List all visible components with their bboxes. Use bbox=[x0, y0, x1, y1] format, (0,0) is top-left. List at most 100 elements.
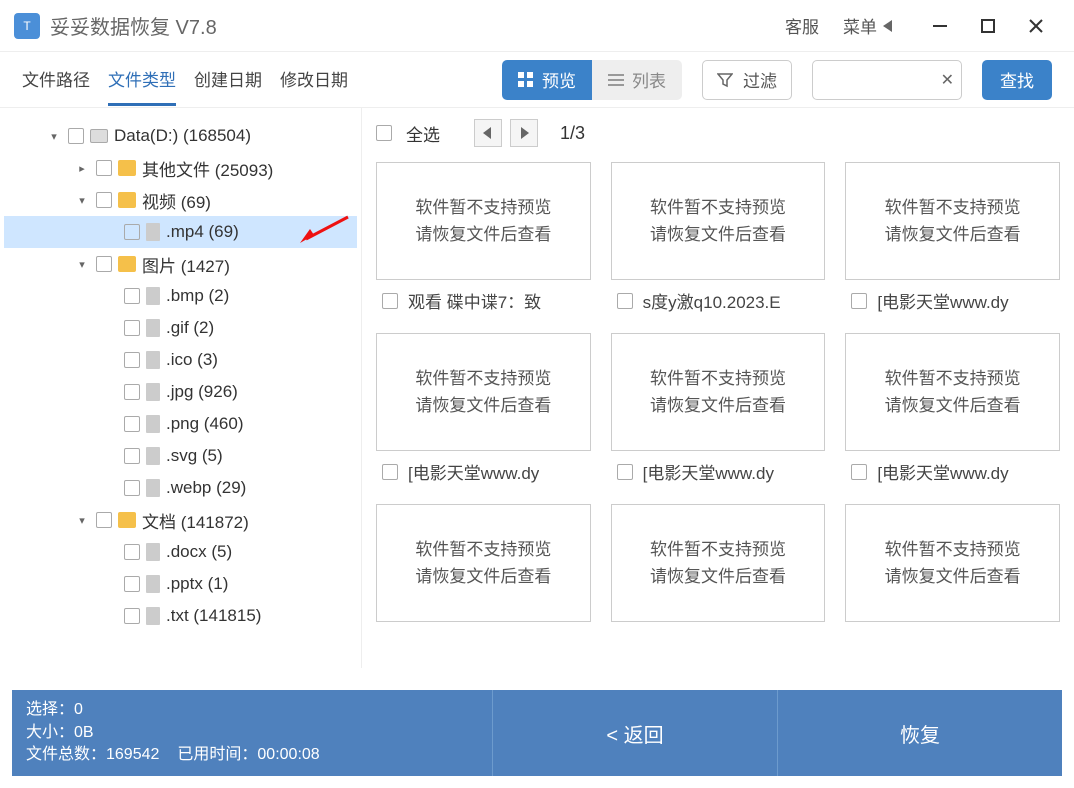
tree-checkbox[interactable] bbox=[96, 192, 112, 208]
thumbnail-card[interactable]: 软件暂不支持预览请恢复文件后查看s度y激q10.2023.E bbox=[611, 162, 826, 313]
back-button[interactable]: < 返回 bbox=[492, 690, 777, 776]
folder-icon bbox=[118, 256, 136, 272]
view-preview-label: 预览 bbox=[542, 67, 576, 92]
tab-modify-date[interactable]: 修改日期 bbox=[280, 54, 348, 106]
tree-row[interactable]: .bmp (2) bbox=[4, 280, 357, 312]
file-icon bbox=[146, 319, 160, 337]
tree-label: .mp4 (69) bbox=[166, 222, 239, 242]
tree-checkbox[interactable] bbox=[124, 384, 140, 400]
expand-icon[interactable]: ▾ bbox=[74, 194, 90, 207]
recover-button[interactable]: 恢复 bbox=[777, 690, 1062, 776]
view-list[interactable]: 列表 bbox=[592, 60, 682, 100]
thumbnail-card[interactable]: 软件暂不支持预览请恢复文件后查看[电影天堂www.dy bbox=[845, 333, 1060, 484]
prev-page-button[interactable] bbox=[474, 119, 502, 147]
tree-label: .gif (2) bbox=[166, 318, 214, 338]
thumbnail-card[interactable]: 软件暂不支持预览请恢复文件后查看 [电影天堂www.dy bbox=[845, 162, 1060, 313]
item-checkbox[interactable] bbox=[382, 293, 398, 309]
maximize-button[interactable] bbox=[964, 0, 1012, 52]
item-name: [电影天堂www.dy bbox=[643, 459, 774, 484]
item-checkbox[interactable] bbox=[851, 293, 867, 309]
elapsed-time: 已用时间：00:00:08 bbox=[177, 744, 319, 766]
grid-icon bbox=[518, 72, 534, 88]
tree-row[interactable]: .docx (5) bbox=[4, 536, 357, 568]
search-input[interactable] bbox=[812, 60, 962, 100]
tree-checkbox[interactable] bbox=[124, 416, 140, 432]
view-preview[interactable]: 预览 bbox=[502, 60, 592, 100]
tree-row[interactable]: ▾ Data(D:) (168504) bbox=[4, 120, 357, 152]
tree-label: Data(D:) (168504) bbox=[114, 126, 251, 146]
tree-row[interactable]: .svg (5) bbox=[4, 440, 357, 472]
expand-icon[interactable]: ▸ bbox=[74, 162, 90, 175]
view-toggle: 预览 列表 bbox=[502, 60, 682, 100]
tree-row[interactable]: .txt (141815) bbox=[4, 600, 357, 632]
thumbnail-card[interactable]: 软件暂不支持预览请恢复文件后查看[电影天堂www.dy bbox=[376, 333, 591, 484]
tree-checkbox[interactable] bbox=[96, 256, 112, 272]
thumbnail-card[interactable]: 软件暂不支持预览请恢复文件后查看观看 碟中谍7：致 bbox=[376, 162, 591, 313]
thumbnail-placeholder: 软件暂不支持预览请恢复文件后查看 bbox=[376, 504, 591, 622]
item-checkbox[interactable] bbox=[382, 464, 398, 480]
filter-icon bbox=[717, 72, 733, 88]
expand-icon[interactable]: ▾ bbox=[74, 258, 90, 271]
tree-row[interactable]: .pptx (1) bbox=[4, 568, 357, 600]
tree-checkbox[interactable] bbox=[124, 608, 140, 624]
tree-checkbox[interactable] bbox=[124, 352, 140, 368]
app-title: 妥妥数据恢复 V7.8 bbox=[50, 11, 217, 40]
minimize-button[interactable] bbox=[916, 0, 964, 52]
thumbnail-placeholder: 软件暂不支持预览请恢复文件后查看 bbox=[611, 333, 826, 451]
tree-row[interactable]: .jpg (926) bbox=[4, 376, 357, 408]
thumbnail-card[interactable]: 软件暂不支持预览请恢复文件后查看 bbox=[376, 504, 591, 622]
tree-label: .pptx (1) bbox=[166, 574, 228, 594]
support-link[interactable]: 客服 bbox=[785, 13, 819, 38]
app-icon: T bbox=[14, 13, 40, 39]
item-checkbox[interactable] bbox=[851, 464, 867, 480]
thumbnail-card[interactable]: 软件暂不支持预览请恢复文件后查看 bbox=[611, 504, 826, 622]
tree-checkbox[interactable] bbox=[96, 512, 112, 528]
tab-file-path[interactable]: 文件路径 bbox=[22, 54, 90, 106]
expand-icon[interactable]: ▾ bbox=[74, 514, 90, 527]
next-page-button[interactable] bbox=[510, 119, 538, 147]
tree-checkbox[interactable] bbox=[96, 160, 112, 176]
folder-icon bbox=[118, 160, 136, 176]
item-checkbox[interactable] bbox=[617, 293, 633, 309]
item-checkbox[interactable] bbox=[617, 464, 633, 480]
close-button[interactable] bbox=[1012, 0, 1060, 52]
tree-checkbox[interactable] bbox=[124, 448, 140, 464]
tree-label: .png (460) bbox=[166, 414, 244, 434]
tree-checkbox[interactable] bbox=[124, 480, 140, 496]
tabs: 文件路径 文件类型 创建日期 修改日期 bbox=[22, 54, 348, 106]
select-all-checkbox[interactable] bbox=[376, 125, 392, 141]
thumbnail-placeholder: 软件暂不支持预览请恢复文件后查看 bbox=[845, 333, 1060, 451]
tree-row[interactable]: ▾ 文档 (141872) bbox=[4, 504, 357, 536]
item-name: [电影天堂www.dy bbox=[877, 288, 1008, 313]
expand-icon[interactable]: ▾ bbox=[46, 130, 62, 143]
tree-row[interactable]: ▸其他文件 (25093) bbox=[4, 152, 357, 184]
list-icon bbox=[608, 72, 624, 88]
thumbnail-card[interactable]: 软件暂不支持预览请恢复文件后查看 bbox=[845, 504, 1060, 622]
tree-checkbox[interactable] bbox=[124, 544, 140, 560]
search-button[interactable]: 查找 bbox=[982, 60, 1052, 100]
menu-dropdown[interactable]: 菜单 bbox=[843, 13, 892, 38]
filter-button[interactable]: 过滤 bbox=[702, 60, 792, 100]
thumbnail-placeholder: 软件暂不支持预览请恢复文件后查看 bbox=[611, 162, 826, 280]
tree-row[interactable]: .png (460) bbox=[4, 408, 357, 440]
tree-row[interactable]: ▾图片 (1427) bbox=[4, 248, 357, 280]
tree-checkbox[interactable] bbox=[124, 224, 140, 240]
tree-checkbox[interactable] bbox=[124, 320, 140, 336]
tab-file-type[interactable]: 文件类型 bbox=[108, 54, 176, 106]
tree-row[interactable]: ▾视频 (69) bbox=[4, 184, 357, 216]
tree-label: .ico (3) bbox=[166, 350, 218, 370]
tree-row[interactable]: .ico (3) bbox=[4, 344, 357, 376]
tree-row[interactable]: .gif (2) bbox=[4, 312, 357, 344]
total-files: 文件总数：169542 bbox=[26, 744, 159, 766]
tab-create-date[interactable]: 创建日期 bbox=[194, 54, 262, 106]
clear-search-icon[interactable]: ✕ bbox=[941, 70, 954, 90]
tree-checkbox[interactable] bbox=[68, 128, 84, 144]
tree-label: 文档 (141872) bbox=[142, 508, 249, 533]
thumbnail-card[interactable]: 软件暂不支持预览请恢复文件后查看 [电影天堂www.dy bbox=[611, 333, 826, 484]
thumbnail-placeholder: 软件暂不支持预览请恢复文件后查看 bbox=[845, 162, 1060, 280]
tree-checkbox[interactable] bbox=[124, 576, 140, 592]
tree-checkbox[interactable] bbox=[124, 288, 140, 304]
sidebar-tree: ▾ Data(D:) (168504) ▸其他文件 (25093)▾视频 (69).… bbox=[0, 108, 362, 668]
tree-row[interactable]: .mp4 (69) bbox=[4, 216, 357, 248]
tree-row[interactable]: .webp (29) bbox=[4, 472, 357, 504]
